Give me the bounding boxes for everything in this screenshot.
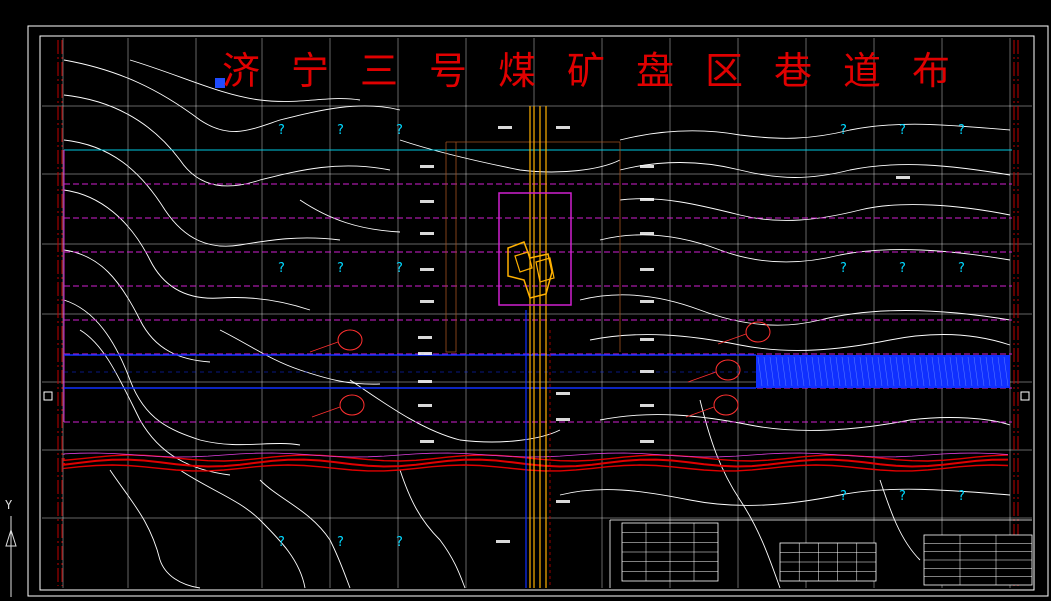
contour-line — [399, 469, 466, 589]
small-annotation — [640, 300, 654, 303]
unknown-text-marker: ? — [899, 489, 906, 504]
unknown-text-marker: ? — [337, 261, 344, 276]
small-annotation — [640, 370, 654, 373]
small-annotation — [420, 300, 434, 303]
edge-marker — [43, 391, 53, 401]
annotation-leader — [717, 333, 747, 345]
contour-line — [619, 123, 1011, 141]
small-annotation — [556, 392, 570, 395]
small-annotation — [640, 440, 654, 443]
contour-line — [619, 198, 1011, 221]
contour-lines — [63, 59, 1011, 589]
contour-line — [619, 162, 1011, 178]
contour-line — [299, 199, 401, 233]
contour-line — [63, 249, 211, 363]
annotation-circle — [713, 394, 739, 416]
contour-line — [559, 488, 1011, 506]
unknown-text-marker: ? — [396, 123, 403, 138]
unknown-text-marker: ? — [958, 261, 965, 276]
small-annotation — [556, 500, 570, 503]
contour-line — [63, 299, 301, 446]
cad-drawing-viewport[interactable]: 济宁三号煤矿盘区巷道布 ? ? ? ? ? ? ? ? ? ? ? ? ? ? … — [0, 0, 1051, 597]
small-annotation — [418, 352, 432, 355]
small-annotation — [640, 338, 654, 341]
small-annotation — [496, 540, 510, 543]
small-annotation — [420, 440, 434, 443]
small-annotation — [498, 126, 512, 129]
unknown-text-marker: ? — [899, 123, 906, 138]
small-annotation — [640, 268, 654, 271]
unknown-text-marker: ? — [337, 535, 344, 550]
unknown-text-marker: ? — [396, 535, 403, 550]
unknown-text-marker: ? — [899, 261, 906, 276]
annotation-circle — [339, 394, 365, 416]
contour-line — [179, 469, 306, 589]
small-annotation — [420, 165, 434, 168]
unknown-text-marker: ? — [840, 261, 847, 276]
unknown-text-marker: ? — [840, 123, 847, 138]
small-annotation — [640, 404, 654, 407]
small-annotation — [418, 404, 432, 407]
unknown-text-marker: ? — [278, 123, 285, 138]
small-annotation — [418, 380, 432, 383]
small-annotation — [420, 232, 434, 235]
contour-line — [579, 294, 1011, 326]
small-annotation — [418, 336, 432, 339]
annotation-circle — [745, 321, 771, 343]
goaf-area — [756, 355, 1010, 388]
annotation-leader — [687, 371, 717, 383]
small-annotation — [420, 268, 434, 271]
fault-line — [63, 452, 1009, 458]
legend-tables — [609, 519, 1033, 588]
small-annotation — [420, 200, 434, 203]
drawing-title: 济宁三号煤矿盘区巷道布 — [222, 49, 982, 93]
unknown-text-marker: ? — [958, 123, 965, 138]
small-annotation — [556, 418, 570, 421]
small-annotation — [640, 198, 654, 201]
inner-frame — [39, 35, 1035, 591]
unknown-text-marker: ? — [958, 489, 965, 504]
small-annotation — [556, 126, 570, 129]
contour-line — [349, 379, 561, 443]
contour-line — [589, 334, 1011, 351]
unknown-text-marker: ? — [278, 535, 285, 550]
edge-marker — [1020, 391, 1030, 401]
annotation-leader — [309, 341, 339, 353]
contour-line — [599, 234, 1011, 263]
annotation-circle — [337, 329, 363, 351]
ucs-axis-icon — [5, 516, 17, 597]
shaft-pillar-box — [498, 192, 572, 306]
unknown-text-marker: ? — [396, 261, 403, 276]
small-annotation — [640, 232, 654, 235]
annotation-leader — [685, 406, 715, 418]
annotation-circle — [715, 359, 741, 381]
coordinate-grid — [42, 38, 1032, 588]
contour-line — [109, 469, 201, 589]
unknown-text-marker: ? — [278, 261, 285, 276]
unknown-text-marker: ? — [840, 489, 847, 504]
contour-line — [63, 139, 341, 247]
small-annotation — [896, 176, 910, 179]
contour-line — [63, 189, 311, 311]
annotation-leader — [311, 406, 341, 418]
small-annotation — [640, 165, 654, 168]
contour-line — [219, 329, 381, 385]
unknown-text-marker: ? — [337, 123, 344, 138]
contour-line — [63, 94, 391, 187]
